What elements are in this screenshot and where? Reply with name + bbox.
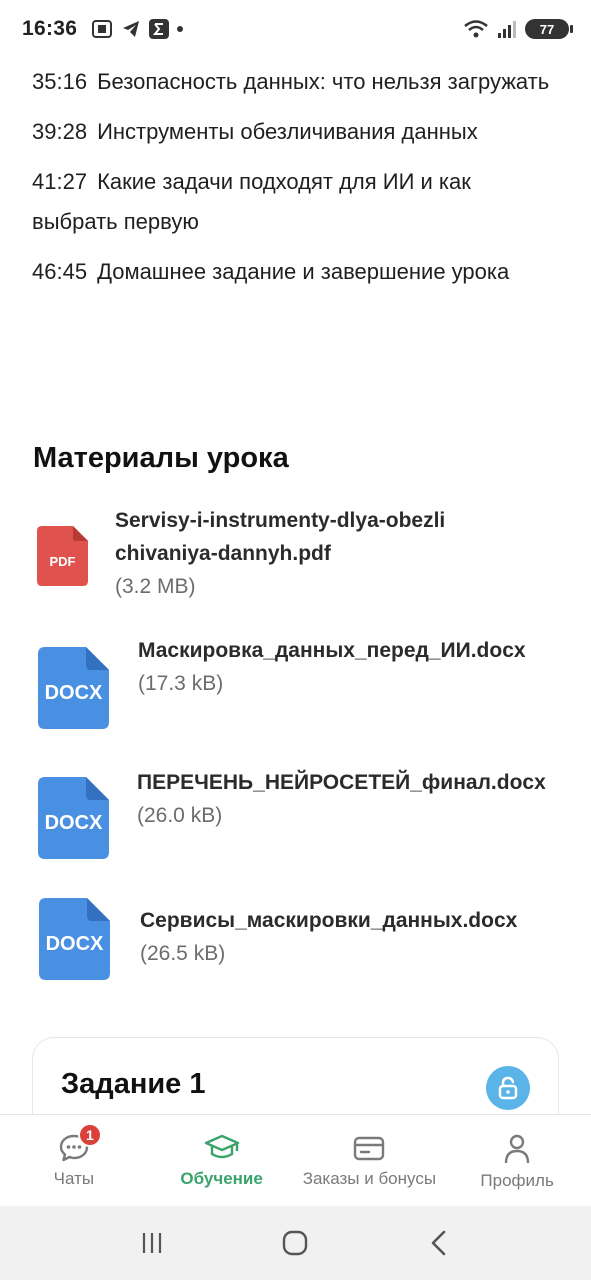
timecode-item[interactable]: 41:27 Какие задачи подходят для ИИ и как … bbox=[32, 162, 559, 242]
timecode-time: 35:16 bbox=[32, 69, 88, 94]
nav-label: Чаты bbox=[53, 1169, 95, 1188]
file-size: (3.2 MB) bbox=[115, 575, 196, 598]
profile-icon bbox=[504, 1134, 530, 1164]
nav-item-learning[interactable]: Обучение bbox=[148, 1115, 296, 1206]
notification-icons bbox=[91, 19, 184, 39]
back-icon[interactable] bbox=[424, 1228, 454, 1258]
unlock-icon[interactable] bbox=[486, 1066, 530, 1110]
timecode-title: Инструменты обезличивания данных bbox=[97, 119, 478, 144]
status-time: 16:36 bbox=[22, 17, 78, 40]
docx-file-icon: DOCX bbox=[39, 898, 110, 980]
more-notifications-dot bbox=[177, 26, 184, 32]
timecode-title: Безопасность данных: что нельзя загружат… bbox=[97, 69, 550, 94]
timecode-time: 41:27 bbox=[32, 169, 88, 194]
timecode-time: 39:28 bbox=[32, 119, 88, 144]
timecode-item[interactable]: 46:45 Домашнее задание и завершение урока bbox=[32, 252, 559, 292]
docx-file-icon: DOCX bbox=[38, 777, 109, 859]
status-bar: 16:36 77 bbox=[0, 0, 591, 58]
pdf-file-icon: PDF bbox=[37, 526, 88, 586]
recent-apps-icon[interactable] bbox=[137, 1229, 167, 1257]
graduation-cap-icon bbox=[204, 1134, 239, 1159]
file-name: Маскировка_данных_перед_ИИ.docx bbox=[138, 639, 526, 662]
file-type-label: DOCX bbox=[45, 933, 104, 955]
file-name: Servisy-i-instrumenty-dlya-obezlichivani… bbox=[115, 509, 446, 565]
wifi-icon bbox=[464, 20, 488, 38]
timecode-title: Какие задачи подходят для ИИ и как выбра… bbox=[32, 169, 471, 234]
file-size: (17.3 kB) bbox=[138, 672, 224, 695]
file-type-label: DOCX bbox=[44, 812, 103, 834]
unread-badge: 1 bbox=[77, 1123, 102, 1147]
card-icon bbox=[354, 1136, 385, 1161]
signal-icon bbox=[498, 21, 516, 38]
system-navigation-bar bbox=[0, 1206, 591, 1280]
task-title: Задание 1 bbox=[61, 1068, 206, 1100]
materials-title: Материалы урока bbox=[33, 442, 289, 474]
file-type-label: PDF bbox=[49, 554, 76, 569]
nav-label: Обучение bbox=[180, 1169, 263, 1188]
battery-indicator: 77 bbox=[525, 19, 573, 39]
telegram-icon bbox=[123, 21, 140, 37]
battery-level: 77 bbox=[539, 21, 555, 37]
file-type-label: DOCX bbox=[44, 682, 103, 704]
timecode-time: 46:45 bbox=[32, 259, 88, 284]
file-name: ПЕРЕЧЕНЬ_НЕЙРОСЕТЕЙ_финал.docx bbox=[137, 771, 546, 794]
nav-label: Заказы и бонусы bbox=[302, 1169, 437, 1188]
lesson-content: 35:16 Безопасность данных: что нельзя заг… bbox=[0, 58, 591, 980]
timecode-item[interactable]: 35:16 Безопасность данных: что нельзя заг… bbox=[32, 62, 559, 102]
timecode-title: Домашнее задание и завершение урока bbox=[97, 259, 510, 284]
home-icon[interactable] bbox=[280, 1228, 310, 1258]
nav-label: Профиль bbox=[480, 1171, 554, 1190]
nav-item-profile[interactable]: Профиль bbox=[443, 1115, 591, 1206]
file-size: (26.5 kB) bbox=[140, 942, 226, 965]
bottom-navigation: 1 Чаты Обучение Заказы и бонусы Профиль bbox=[0, 1114, 591, 1206]
docx-file-icon: DOCX bbox=[38, 647, 109, 729]
timecode-list: 35:16 Безопасность данных: что нельзя заг… bbox=[0, 58, 591, 292]
nav-item-chats[interactable]: 1 Чаты bbox=[0, 1115, 148, 1206]
nav-item-orders[interactable]: Заказы и бонусы bbox=[296, 1115, 444, 1206]
file-size: (26.0 kB) bbox=[137, 804, 223, 827]
screenshot-icon bbox=[92, 20, 113, 38]
sigma-app-icon bbox=[149, 19, 170, 39]
timecode-item[interactable]: 39:28 Инструменты обезличивания данных bbox=[32, 112, 559, 152]
file-name: Сервисы_маскировки_данных.docx bbox=[140, 909, 518, 932]
